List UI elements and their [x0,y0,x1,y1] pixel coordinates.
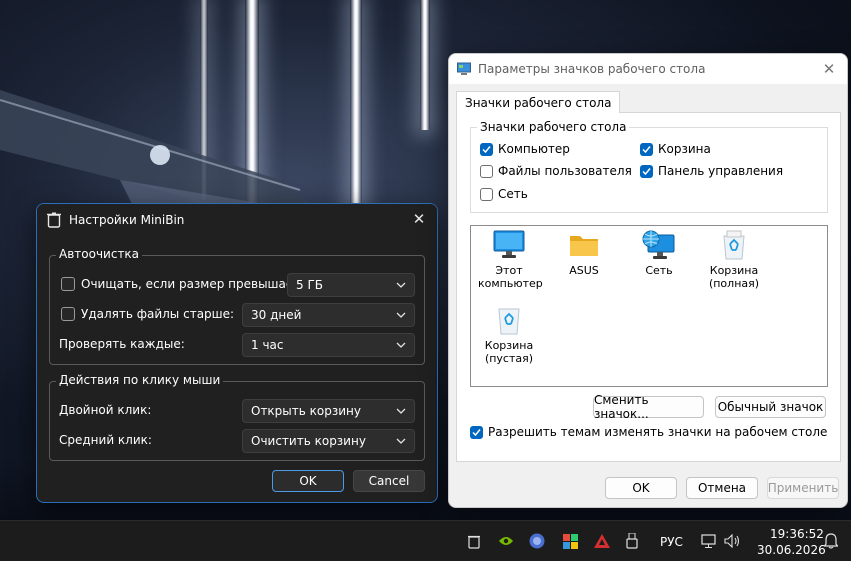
delete-older-value: 30 дней [251,308,302,322]
chevron-down-icon [396,438,406,444]
notification-bell-icon[interactable] [822,532,840,550]
mouse-actions-legend: Действия по клику мыши [56,373,224,387]
folder-icon [570,236,598,256]
monitor-network-icon[interactable] [700,532,718,550]
delete-older-label: Удалять файлы старше: [81,307,235,321]
desktop-icons-group: Значки рабочего стола Компьютер Корзина … [470,120,828,213]
ok-button[interactable]: OK [272,470,344,492]
checkbox-box[interactable] [480,164,493,178]
checkbox-box[interactable] [480,142,493,156]
clock-time[interactable]: 19:36:52 [770,527,824,541]
minibin-titlebar[interactable]: Настройки MiniBin [37,204,437,235]
checkbox-label: Компьютер [498,142,570,156]
double-click-label: Двойной клик: [59,403,152,417]
color-app-icon[interactable] [561,532,579,550]
usb-icon[interactable] [623,532,641,550]
close-icon[interactable]: ✕ [407,208,431,230]
checkbox-label: Файлы пользователя [498,164,632,178]
double-click-row: Двойной клик: [59,403,151,417]
checkbox-box[interactable] [470,425,483,439]
checkbox-box[interactable] [640,142,653,156]
clean-if-size-checkbox[interactable]: Очищать, если размер превышает: [61,277,304,291]
icon-item-asus[interactable]: ASUS [544,230,624,277]
autoclean-legend: Автоочистка [56,247,143,261]
checkbox-user-files[interactable]: Файлы пользователя [480,164,632,178]
clean-size-select[interactable]: 5 ГБ [287,273,415,297]
minibin-icon[interactable] [465,532,483,550]
chevron-down-icon [396,408,406,414]
allow-themes-checkbox[interactable]: Разрешить темам изменять значки на рабоч… [470,425,827,439]
desktop-icon-settings-window: Параметры значков рабочего стола ✕ Значк… [448,53,848,508]
delete-older-select[interactable]: 30 дней [242,303,415,327]
check-every-value: 1 час [251,338,284,352]
chevron-down-icon [396,342,406,348]
clean-size-value: 5 ГБ [296,278,323,292]
apply-button[interactable]: Применить [767,477,839,499]
checkbox-box[interactable] [480,187,493,201]
app-circle-icon[interactable] [528,532,546,550]
red-app-icon[interactable] [593,532,611,550]
icon-item-recycle-bin-empty[interactable]: Корзина (пустая) [469,305,549,365]
icon-preview-list[interactable]: Этот компьютер ASUS Сеть Корзина (полная… [470,225,828,387]
checkbox-recycle-bin[interactable]: Корзина [640,142,711,156]
icon-label: Этот компьютер [478,264,543,290]
chevron-down-icon [396,282,406,288]
volume-icon[interactable] [723,532,741,550]
recycle-bin-empty-icon [498,308,520,335]
checkbox-box[interactable] [640,164,653,178]
clean-if-size-label: Очищать, если размер превышает: [81,277,305,291]
chevron-down-icon [396,312,406,318]
icon-item-recycle-bin-full[interactable]: Корзина (полная) [694,230,774,290]
double-click-select[interactable]: Открыть корзину [242,399,415,423]
middle-click-label: Средний клик: [59,433,152,447]
checkbox-control-panel[interactable]: Панель управления [640,164,783,178]
minibin-settings-window: Настройки MiniBin ✕ Автоочистка Очищать,… [36,203,438,503]
icon-label: Корзина (пустая) [484,339,534,365]
ok-button[interactable]: OK [605,477,677,499]
desktop-icons-legend: Значки рабочего стола [477,120,630,134]
taskbar: РУС 19:36:52 30.06.2026 [0,520,851,561]
checkbox-computer[interactable]: Компьютер [480,142,570,156]
minibin-app-icon [47,212,61,228]
checkbox-label: Корзина [658,142,711,156]
settings-window-icon [457,62,471,75]
middle-click-select[interactable]: Очистить корзину [242,429,415,453]
checkbox-box[interactable] [61,307,75,321]
double-click-value: Открыть корзину [251,404,361,418]
icon-label: ASUS [569,264,599,277]
clock-date[interactable]: 30.06.2026 [757,543,826,557]
icon-item-this-pc[interactable]: Этот компьютер [469,230,549,290]
allow-themes-label: Разрешить темам изменять значки на рабоч… [488,425,828,439]
cancel-button[interactable]: Cancel [353,470,425,492]
check-every-select[interactable]: 1 час [242,333,415,357]
network-globe-icon [642,230,675,259]
monitor-icon [493,230,525,258]
default-icon-button[interactable]: Обычный значок [715,396,826,418]
checkbox-box[interactable] [61,277,75,291]
close-icon[interactable]: ✕ [819,59,839,79]
delete-older-checkbox[interactable]: Удалять файлы старше: [61,307,234,321]
cancel-button[interactable]: Отмена [686,477,758,499]
nvidia-icon[interactable] [497,532,515,550]
desktop-icon-title: Параметры значков рабочего стола [478,62,706,76]
icon-label: Корзина (полная) [708,264,760,290]
minibin-title: Настройки MiniBin [69,212,185,227]
middle-click-row: Средний клик: [59,433,152,447]
desktop-icon-titlebar[interactable]: Параметры значков рабочего стола [449,54,847,84]
tab-panel: Значки рабочего стола Компьютер Корзина … [456,112,841,462]
check-every-label: Проверять каждые: [59,337,185,351]
change-icon-button[interactable]: Сменить значок... [593,393,704,421]
middle-click-value: Очистить корзину [251,434,366,448]
icon-label: Сеть [645,264,673,277]
checkbox-label: Панель управления [658,164,784,178]
icon-item-network[interactable]: Сеть [619,230,699,277]
checkbox-label: Сеть [498,187,528,201]
checkbox-network[interactable]: Сеть [480,187,528,201]
tab-desktop-icons[interactable]: Значки рабочего стола [456,91,621,113]
language-indicator[interactable]: РУС [660,535,683,549]
check-every-row: Проверять каждые: [59,337,185,351]
recycle-bin-full-icon [723,230,745,260]
